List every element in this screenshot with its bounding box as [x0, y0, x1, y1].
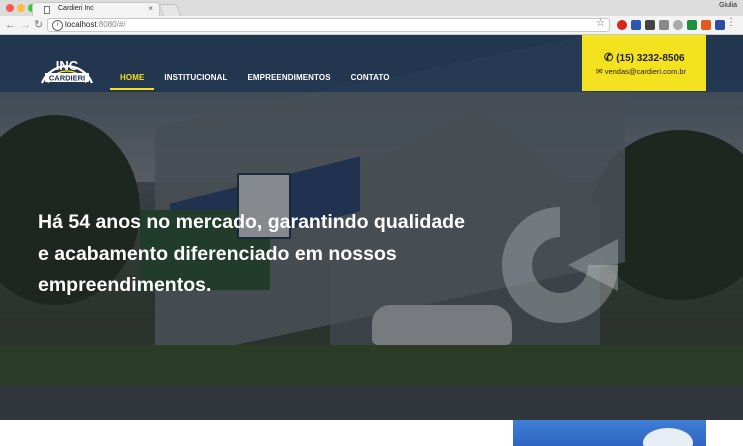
email-address: vendas@cardieri.com.br — [604, 67, 687, 76]
contact-email[interactable]: ✉ vendas@cardieri.com.br — [596, 67, 686, 76]
watermark-emblem-icon — [502, 207, 618, 323]
page-extension-icon[interactable] — [659, 20, 669, 30]
close-window-icon[interactable] — [6, 4, 14, 12]
browser-tab-bar: Cardieri Inc × Giulia — [0, 0, 743, 17]
mail-extension-icon[interactable] — [645, 20, 655, 30]
contact-box: ✆ (15) 3232-8506 ✉ vendas@cardieri.com.br — [582, 35, 706, 91]
reload-icon[interactable]: ↻ — [34, 18, 43, 32]
browser-menu-icon[interactable]: ⋮ — [726, 17, 736, 28]
phone-number: (15) 3232-8506 — [616, 53, 685, 64]
logo-text-top: INC — [56, 58, 79, 73]
hero-section: INC CARDIERI HOME INSTITUCIONAL EMPREEND… — [0, 35, 743, 420]
contact-phone[interactable]: ✆ (15) 3232-8506 — [604, 51, 685, 64]
tab-title: Cardieri Inc — [58, 5, 94, 12]
opera-extension-icon[interactable] — [617, 20, 627, 30]
browser-tab[interactable]: Cardieri Inc × — [32, 2, 160, 16]
address-bar[interactable]: i localhost:8080/#/ ☆ — [47, 18, 610, 32]
browser-toolbar: ← → ↻ i localhost:8080/#/ ☆ ⋮ — [0, 16, 743, 35]
nav-item-empreendimentos[interactable]: EMPREENDIMENTOS — [237, 73, 340, 90]
main-nav: HOME INSTITUCIONAL EMPREENDIMENTOS CONTA… — [110, 73, 400, 90]
triangle-extension-icon[interactable] — [715, 20, 725, 30]
cloud-extension-icon[interactable] — [673, 20, 683, 30]
nav-item-institucional[interactable]: INSTITUCIONAL — [154, 73, 237, 90]
site-info-icon[interactable]: i — [52, 20, 63, 31]
url-host: localhost — [65, 20, 97, 29]
back-arrow-icon[interactable]: ← — [5, 18, 16, 32]
hero-headline: Há 54 anos no mercado, garantindo qualid… — [38, 211, 465, 296]
site-header: INC CARDIERI HOME INSTITUCIONAL EMPREEND… — [0, 35, 743, 92]
website: INC CARDIERI HOME INSTITUCIONAL EMPREEND… — [0, 35, 743, 446]
nav-item-contato[interactable]: CONTATO — [341, 73, 400, 90]
forward-arrow-icon[interactable]: → — [20, 18, 31, 32]
sky-thumbnail-image — [513, 420, 706, 446]
green-extension-icon[interactable] — [687, 20, 697, 30]
url-text[interactable]: localhost:8080/#/ — [65, 20, 126, 29]
nav-item-home[interactable]: HOME — [110, 73, 155, 90]
cardieri-logo[interactable]: INC CARDIERI — [38, 47, 96, 85]
logo-text-bottom: CARDIERI — [49, 74, 85, 83]
phone-icon: ✆ — [604, 52, 614, 64]
next-section — [0, 420, 743, 446]
tab-close-icon[interactable]: × — [148, 4, 153, 13]
url-path: :8080/#/ — [96, 20, 126, 29]
minimize-window-icon[interactable] — [17, 4, 25, 12]
colorful-extension-icon[interactable] — [701, 20, 711, 30]
info-extension-icon[interactable] — [631, 20, 641, 30]
envelope-icon: ✉ — [596, 67, 603, 76]
bookmark-star-icon[interactable]: ☆ — [596, 18, 605, 29]
profile-name[interactable]: Giulia — [719, 2, 737, 9]
page-favicon-icon — [44, 6, 50, 14]
thumbnail-cloud — [643, 428, 693, 446]
